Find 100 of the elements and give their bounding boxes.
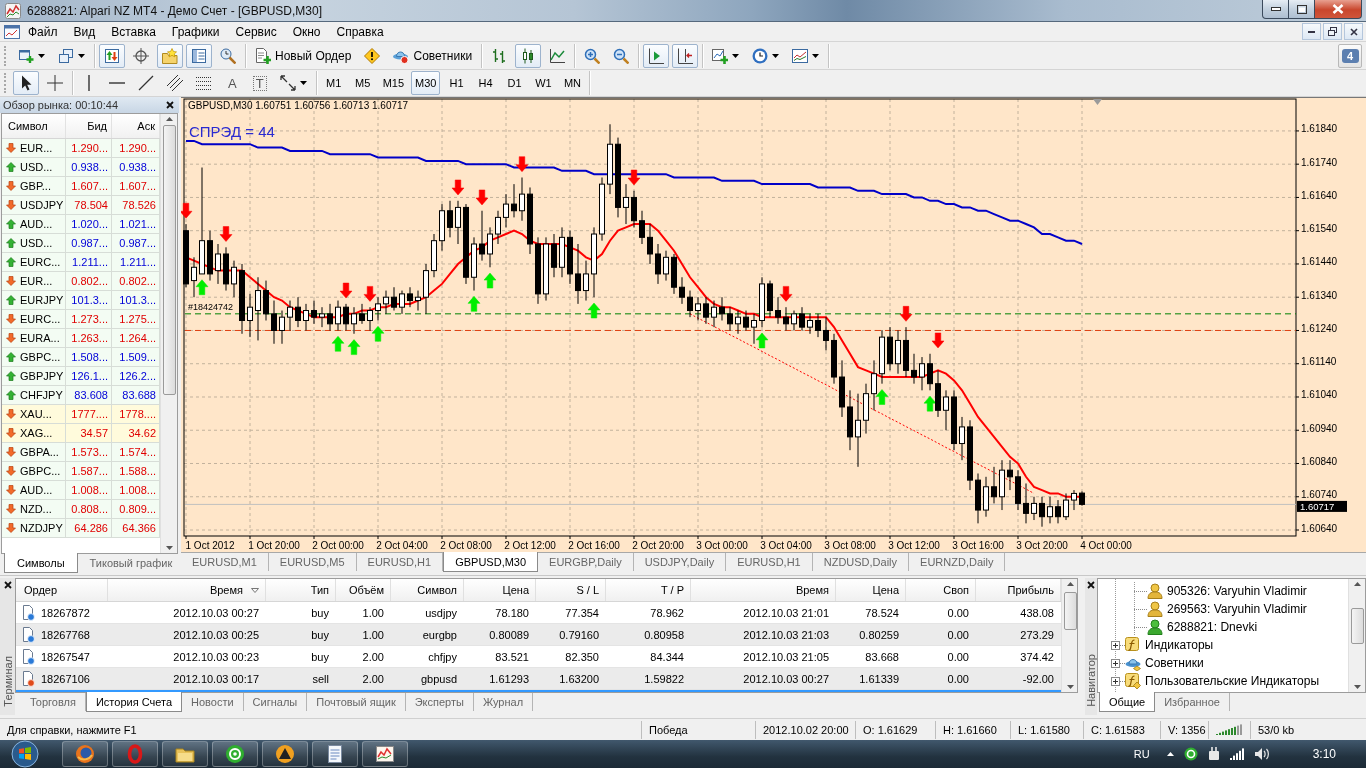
- timeframe-button[interactable]: M1: [320, 71, 347, 95]
- taskbar-button[interactable]: [262, 741, 308, 767]
- chart-tab[interactable]: EURUSD,H1: [726, 553, 813, 571]
- chart-tab[interactable]: EURUSD,M5: [268, 553, 357, 571]
- chart-tab[interactable]: EURUSD,M1: [181, 553, 269, 571]
- table-row[interactable]: GBP... 1.607... 1.607...: [2, 177, 160, 196]
- taskbar-button[interactable]: [362, 741, 408, 767]
- table-row[interactable]: USD... 0.987... 0.987...: [2, 234, 160, 253]
- table-row[interactable]: USDJPY 78.504 78.526: [2, 196, 160, 215]
- language-indicator[interactable]: RU: [1133, 748, 1150, 760]
- table-row[interactable]: GBPC... 1.587... 1.588...: [2, 462, 160, 481]
- tree-item[interactable]: Индикаторы: [1145, 638, 1214, 652]
- chart-tab[interactable]: USDJPY,Daily: [633, 553, 727, 571]
- table-row[interactable]: NZD... 0.808... 0.809...: [2, 500, 160, 519]
- taskbar-button[interactable]: [62, 741, 108, 767]
- menu-item[interactable]: Справка: [328, 22, 392, 41]
- timeframe-button[interactable]: M30: [411, 71, 441, 95]
- scroll-down-icon[interactable]: [165, 546, 173, 550]
- toolbar-button[interactable]: [672, 43, 699, 68]
- tab[interactable]: Торговля: [21, 693, 86, 711]
- timeframe-button[interactable]: H1: [443, 71, 470, 95]
- tab[interactable]: Избранное: [1155, 693, 1230, 711]
- timeframe-button[interactable]: MN: [559, 71, 586, 95]
- tab[interactable]: Общие: [1099, 692, 1156, 712]
- restore-button[interactable]: [1323, 23, 1342, 40]
- scroll-thumb[interactable]: [162, 125, 176, 395]
- tree-item[interactable]: 905326: Varyuhin Vladimir: [1167, 584, 1307, 598]
- column-header[interactable]: Цена: [464, 579, 536, 601]
- menu-item[interactable]: Вид: [65, 22, 104, 41]
- table-row[interactable]: EURC... 1.211... 1.211...: [2, 253, 160, 272]
- taskbar-button[interactable]: [312, 741, 358, 767]
- table-row[interactable]: EUR... 0.802... 0.802...: [2, 272, 160, 291]
- menu-item[interactable]: Файл: [20, 22, 66, 41]
- taskbar-button[interactable]: [212, 741, 258, 767]
- tree-item[interactable]: 6288821: Dnevki: [1167, 620, 1258, 634]
- tree-item[interactable]: Советники: [1145, 656, 1204, 670]
- scroll-up-icon[interactable]: [165, 117, 173, 121]
- label-tool-button[interactable]: T: [247, 71, 272, 95]
- tab[interactable]: Символы: [4, 553, 78, 573]
- table-row[interactable]: 18267547 2012.10.03 00:23 buy 2.00 chfjpy 83.521 82.350 84.344 2012.10.03 21:05 83.668 0.00 374.42: [16, 646, 1061, 668]
- table-row[interactable]: AUD... 1.020... 1.021...: [2, 215, 160, 234]
- table-row[interactable]: GBPA... 1.573... 1.574...: [2, 443, 160, 462]
- scroll-down-icon[interactable]: [1066, 685, 1074, 689]
- column-header[interactable]: Бид: [66, 114, 112, 138]
- timeframe-button[interactable]: W1: [530, 71, 557, 95]
- chart-tab[interactable]: EURNZD,Daily: [909, 553, 1006, 571]
- column-header[interactable]: Объём: [336, 579, 391, 601]
- experts-button[interactable]: Советники: [388, 43, 478, 68]
- timeframe-button[interactable]: M15: [378, 71, 409, 95]
- table-row[interactable]: 18267768 2012.10.03 00:25 buy 1.00 eurgbp 0.80089 0.79160 0.80958 2012.10.03 21:03 0.80259 0.00 273.29: [16, 624, 1061, 646]
- column-header[interactable]: Своп: [906, 579, 976, 601]
- table-row[interactable]: XAG... 34.57 34.62: [2, 424, 160, 443]
- column-header[interactable]: Символ: [391, 579, 464, 601]
- toolbar-button[interactable]: [13, 71, 39, 95]
- menu-item[interactable]: Вставка: [103, 22, 164, 41]
- table-row[interactable]: USD... 0.938... 0.938...: [2, 158, 160, 177]
- table-row[interactable]: CHFJPY 83.608 83.688: [2, 386, 160, 405]
- column-header[interactable]: Время: [108, 579, 266, 601]
- tab[interactable]: Сигналы: [243, 693, 308, 711]
- scroll-down-icon[interactable]: [1353, 685, 1361, 689]
- table-row[interactable]: GBPJPY 126.1... 126.2...: [2, 367, 160, 386]
- chart-tab[interactable]: EURGBP,Daily: [538, 553, 634, 571]
- tab[interactable]: Почтовый ящик: [307, 693, 406, 711]
- new-order-button[interactable]: Новый Ордер: [250, 43, 357, 68]
- scroll-thumb[interactable]: [1350, 608, 1364, 644]
- table-row[interactable]: GBPC... 1.508... 1.509...: [2, 348, 160, 367]
- column-header[interactable]: Тип: [266, 579, 336, 601]
- tab[interactable]: Новости: [182, 693, 244, 711]
- scroll-up-icon[interactable]: [1353, 582, 1361, 586]
- maximize-button[interactable]: [1289, 0, 1315, 19]
- expand-icon[interactable]: [1111, 676, 1120, 686]
- scroll-up-icon[interactable]: [1066, 582, 1074, 586]
- close-icon[interactable]: [166, 101, 174, 109]
- clock-text[interactable]: 3:10: [1312, 747, 1336, 761]
- expand-icon[interactable]: [1111, 640, 1120, 650]
- menu-item[interactable]: Графики: [163, 22, 228, 41]
- table-row[interactable]: EUR... 1.290... 1.290...: [2, 139, 160, 158]
- messages-button[interactable]: 4: [1338, 43, 1362, 68]
- table-row[interactable]: EURJPY 101.3... 101.3...: [2, 291, 160, 310]
- column-header[interactable]: Цена: [836, 579, 906, 601]
- column-header[interactable]: Символ: [2, 114, 66, 138]
- close-icon[interactable]: [1087, 581, 1095, 589]
- close-icon[interactable]: [3, 581, 12, 589]
- table-row[interactable]: XAU... 1777.... 1778....: [2, 405, 160, 424]
- table-row[interactable]: AUD... 1.008... 1.008...: [2, 481, 160, 500]
- table-row[interactable]: EURA... 1.263... 1.264...: [2, 329, 160, 348]
- table-row[interactable]: 18267872 2012.10.03 00:27 buy 1.00 usdjpy 78.180 77.354 78.962 2012.10.03 21:01 78.524 0.00 438.08: [16, 602, 1061, 624]
- column-header[interactable]: T / P: [606, 579, 691, 601]
- column-header[interactable]: Ордер: [16, 579, 108, 601]
- table-row[interactable]: EURC... 1.273... 1.275...: [2, 310, 160, 329]
- tab[interactable]: Эксперты: [405, 693, 474, 711]
- expand-icon[interactable]: [1111, 658, 1120, 668]
- table-row[interactable]: 18267106 2012.10.03 00:17 sell 2.00 gbpusd 1.61293 1.63200 1.59822 2012.10.03 00:27 1.61339 0.00 -92.00: [16, 668, 1061, 690]
- tree-item[interactable]: Пользовательские Индикаторы: [1145, 674, 1320, 688]
- chart-window-icon[interactable]: [4, 24, 20, 39]
- taskbar-button[interactable]: [162, 741, 208, 767]
- close-button[interactable]: [1315, 0, 1362, 19]
- menu-item[interactable]: Сервис: [227, 22, 285, 41]
- toolbar-button[interactable]: [515, 43, 542, 68]
- text-tool-button[interactable]: A: [220, 71, 245, 95]
